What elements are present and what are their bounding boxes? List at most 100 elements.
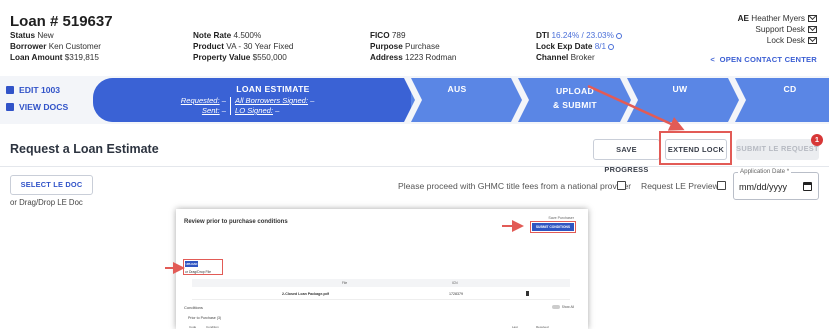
embedded-col-condition: Condition: [206, 325, 219, 329]
loan-amount-value: $319,815: [64, 53, 99, 62]
address-value: 1223 Rodman: [405, 53, 457, 62]
embedded-table-row: 2-Closed Loan Package.pdf 1728379: [192, 289, 570, 300]
left-links: EDIT 1003 VIEW DOCS: [6, 85, 68, 119]
chevron-left-icon: <: [710, 55, 716, 64]
sent-value: –: [221, 106, 226, 115]
loan-amount-label: Loan Amount: [10, 53, 63, 62]
le-signed: All Borrowers Signed: – LO Signed: –: [235, 96, 314, 116]
fico-label: FICO: [370, 31, 390, 40]
borrower-label: Borrower: [10, 42, 47, 51]
status-value: New: [37, 31, 54, 40]
fico-value: 789: [391, 31, 406, 40]
pencil-icon: [6, 86, 14, 94]
ae-name: Heather Myers: [751, 14, 805, 23]
application-date-field[interactable]: Application Date * mm/dd/yyyy: [733, 168, 819, 200]
embedded-col-last: Last: [512, 325, 518, 329]
edit-1003-label: EDIT 1003: [19, 85, 61, 95]
embedded-save-purchaser: Save Purchaser: [548, 216, 574, 220]
view-docs-label: VIEW DOCS: [19, 102, 69, 112]
loan-col-4: DTI 16.24% / 23.03% Lock Exp Date 8/1 Ch…: [536, 30, 622, 63]
edit-1003-link[interactable]: EDIT 1003: [6, 85, 68, 95]
drag-drop-le-doc: or Drag/Drop LE Doc: [10, 198, 83, 207]
le-requested-sent: Requested: – Sent: –: [178, 96, 226, 116]
stage-aus[interactable]: AUS: [427, 84, 487, 94]
open-contact-center-label: OPEN CONTACT CENTER: [719, 55, 817, 64]
open-contact-center-link[interactable]: < OPEN CONTACT CENTER: [710, 55, 817, 64]
loan-header: Loan # 519637 Status New Borrower Ken Cu…: [0, 0, 829, 76]
dti-value: 16.24% / 23.03%: [551, 31, 614, 40]
property-value-value: $550,000: [252, 53, 287, 62]
lock-exp-info-icon[interactable]: [608, 43, 615, 50]
stage-uw[interactable]: UW: [650, 84, 710, 94]
embedded-show-all: Show All: [561, 305, 574, 309]
borrower-value: Ken Customer: [48, 42, 102, 51]
loan-col-3: FICO 789 Purpose Purchase Address 1223 R…: [370, 30, 456, 63]
lo-signed-value: –: [275, 106, 280, 115]
loan-title: Loan # 519637: [10, 13, 113, 30]
embedded-col-file: File: [342, 281, 348, 285]
request-le-title: Request a Loan Estimate: [10, 142, 159, 156]
embedded-conditions: Conditions: [184, 305, 203, 310]
embedded-toggle: [552, 305, 560, 309]
le-preview-checkbox[interactable]: [717, 181, 726, 190]
dti-info-icon[interactable]: [615, 32, 622, 39]
support-mail-icon[interactable]: [808, 26, 817, 34]
embedded-submit-conditions-button: SUBMIT CONDITIONS: [532, 223, 574, 231]
note-rate-label: Note Rate: [193, 31, 232, 40]
view-docs-link[interactable]: VIEW DOCS: [6, 102, 68, 112]
product-value: VA - 30 Year Fixed: [226, 42, 294, 51]
dti-label: DTI: [536, 31, 550, 40]
product-label: Product: [193, 42, 224, 51]
lock-mail-icon[interactable]: [808, 37, 817, 45]
channel-label: Channel: [536, 53, 569, 62]
embedded-file-name: 2-Closed Loan Package.pdf: [282, 292, 329, 296]
note-rate-value: 4.500%: [233, 31, 262, 40]
property-value-label: Property Value: [193, 53, 251, 62]
stage-upload-line2: & SUBMIT: [553, 100, 597, 110]
extend-lock-button[interactable]: EXTEND LOCK: [665, 139, 727, 160]
status-label: Status: [10, 31, 36, 40]
ae-mail-icon[interactable]: [808, 15, 817, 23]
trash-icon: [526, 291, 529, 296]
le-sub-divider: [230, 97, 231, 115]
embedded-col-received: Received: [536, 325, 549, 329]
select-le-doc-button[interactable]: SELECT LE DOC: [10, 175, 93, 195]
sent-label: Sent:: [201, 106, 220, 115]
embedded-screenshot: Review prior to purchase conditions Save…: [176, 209, 588, 329]
embedded-col-icn: ICN: [452, 281, 458, 285]
document-icon: [6, 103, 14, 111]
embedded-title: Review prior to purchase conditions: [184, 219, 288, 225]
lo-signed-label: LO Signed:: [235, 106, 273, 115]
stage-label-loan-estimate: LOAN ESTIMATE: [236, 84, 310, 94]
stage-upload-line1: UPLOAD: [555, 86, 595, 96]
stage-upload-submit[interactable]: UPLOAD & SUBMIT: [535, 84, 615, 112]
lock-exp-label: Lock Exp Date: [536, 42, 593, 51]
embedded-prior-to-purchase: Prior to Purchase (3): [188, 316, 222, 320]
calendar-icon[interactable]: [803, 182, 812, 191]
embedded-drag-drop: or Drag/Drop File: [185, 270, 212, 274]
address-label: Address: [370, 53, 403, 62]
support-desk: Support Desk: [755, 25, 805, 34]
embedded-table-header: File ICN: [192, 279, 570, 287]
requested-value: –: [221, 96, 226, 105]
contacts: AE Heather Myers Support Desk Lock Desk: [738, 13, 817, 46]
purpose-label: Purpose: [370, 42, 403, 51]
le-preview-text: Request LE Preview: [641, 181, 719, 191]
application-date-value: mm/dd/yyyy: [739, 182, 788, 192]
ae-label: AE: [737, 14, 750, 23]
purpose-value: Purchase: [405, 42, 440, 51]
stage-separator: [511, 78, 529, 122]
loan-col-2: Note Rate 4.500% Product VA - 30 Year Fi…: [193, 30, 293, 63]
stage-cd[interactable]: CD: [760, 84, 820, 94]
all-borrowers-signed-value: –: [310, 96, 315, 105]
submit-le-request-button[interactable]: SUBMIT LE REQUEST: [736, 139, 819, 160]
application-date-label: Application Date *: [738, 168, 792, 175]
stage-separator: [620, 78, 638, 122]
embedded-file-icn: 1728379: [449, 292, 463, 296]
save-progress-button[interactable]: SAVE PROGRESS: [593, 139, 660, 174]
channel-value: Broker: [570, 53, 595, 62]
ghmc-title-fees-checkbox[interactable]: [617, 181, 626, 190]
loan-col-1: Status New Borrower Ken Customer Loan Am…: [10, 30, 101, 63]
stage-separator: [404, 78, 422, 122]
lock-exp-value: 8/1: [594, 42, 607, 51]
